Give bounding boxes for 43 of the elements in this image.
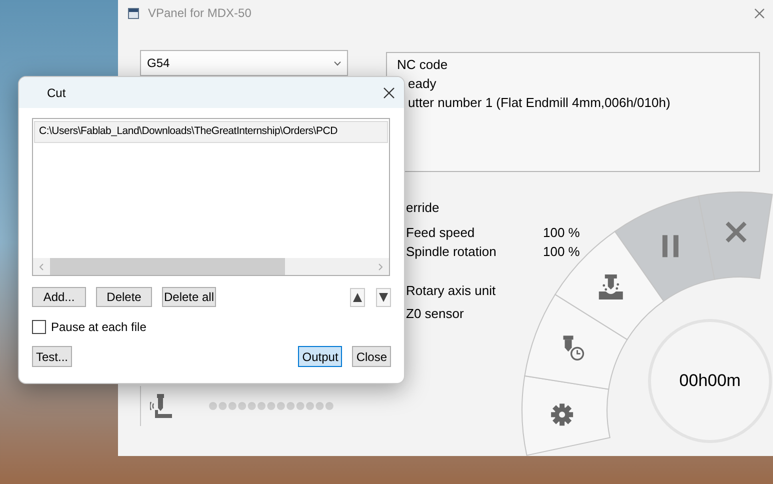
status-line: eady (407, 75, 436, 93)
triangle-up-icon (353, 292, 362, 302)
dialog-button[interactable]: Test... (32, 346, 72, 367)
spindle-clock-icon (563, 336, 584, 360)
option-label: Rotary axis unit (406, 282, 496, 300)
section-heading: erride (406, 199, 440, 217)
triangle-down-icon (379, 292, 388, 302)
scroll-thumb[interactable] (50, 258, 285, 275)
panel-heading: NC code (396, 56, 448, 74)
window-title: VPanel for MDX-50 (148, 5, 252, 22)
file-list-item[interactable]: C:\Users\Fablab_Land\Downloads\TheGreatInternship\Orders\PCD (34, 121, 388, 143)
move-down-button[interactable] (376, 288, 391, 306)
dialog-button[interactable]: Close (352, 346, 391, 367)
chevron-icon (334, 60, 341, 66)
option-label: Z0 sensor (406, 305, 464, 323)
spindle-sensor-icon (150, 394, 172, 418)
override-label: Spindle rotation (406, 243, 498, 261)
horizontal-scrollbar[interactable] (33, 258, 389, 275)
dialog-button[interactable]: Output (298, 346, 342, 367)
pause-segment[interactable] (614, 196, 716, 302)
close-icon[interactable] (383, 86, 395, 98)
stop-segment[interactable] (698, 192, 773, 280)
status-line: utter number 1 (Flat Endmill 4mm,006h/010h) (407, 94, 670, 112)
override-value: 100 % (543, 243, 580, 261)
move-up-button[interactable] (350, 288, 365, 306)
coordinate-dropdown[interactable]: G54 (140, 50, 348, 76)
override-label: Feed speed (406, 224, 476, 242)
dropdown-value: G54 (147, 55, 171, 72)
dialog-title: Cut (47, 84, 67, 102)
spindle-timer-segment[interactable] (524, 294, 628, 390)
list-action-button[interactable]: Delete all (162, 287, 216, 307)
spindle-cutting-icon (598, 274, 623, 300)
elapsed-time-display: 00h00m (648, 319, 772, 443)
close-icon (725, 221, 748, 244)
list-action-button[interactable]: Delete (96, 287, 152, 307)
checkbox-label: Pause at each file (51, 319, 146, 336)
checkbox[interactable] (32, 320, 46, 334)
window-icon (128, 8, 139, 18)
pause-icon (662, 235, 678, 258)
list-action-button[interactable]: Add... (32, 287, 86, 307)
override-value: 100 % (543, 224, 580, 242)
settings-segment[interactable] (522, 375, 610, 456)
settings-icon (551, 404, 574, 426)
